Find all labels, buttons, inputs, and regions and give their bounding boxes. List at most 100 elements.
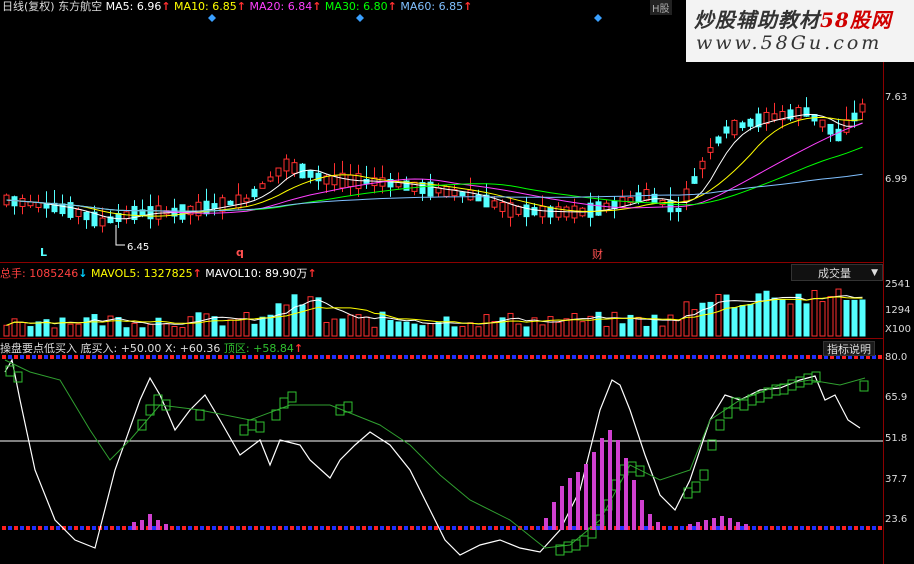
bottom-band-dot bbox=[278, 526, 282, 530]
volume-bar bbox=[195, 312, 202, 337]
volume-bar bbox=[715, 294, 722, 337]
bottom-band-dot bbox=[860, 526, 864, 530]
candle-body bbox=[115, 213, 122, 222]
bottom-band-dot bbox=[866, 526, 870, 530]
histogram-bar bbox=[156, 520, 160, 530]
bottom-band-dot bbox=[110, 526, 114, 530]
up-arrow-icon: ↑ bbox=[463, 0, 473, 13]
candle-body bbox=[723, 126, 730, 134]
histogram-bar bbox=[576, 472, 580, 530]
volume-bar bbox=[51, 327, 58, 337]
top-band-dot bbox=[494, 355, 498, 359]
bottom-band-dot bbox=[452, 526, 456, 530]
ma5-label: MA5: bbox=[105, 0, 134, 13]
volume-bar bbox=[571, 312, 578, 337]
candle-body bbox=[291, 162, 298, 174]
histogram-bar bbox=[608, 430, 612, 530]
ma20-value: 6.84 bbox=[287, 0, 313, 13]
bottom-band-dot bbox=[506, 526, 510, 530]
step-box bbox=[691, 481, 701, 493]
bottom-band-dot bbox=[464, 526, 468, 530]
top-band-dot bbox=[800, 355, 804, 359]
period-label[interactable]: 日线(复权) bbox=[2, 0, 55, 13]
price-header: 日线(复权) 东方航空 MA5: 6.96↑ MA10: 6.85↑ MA20:… bbox=[2, 0, 472, 14]
bottom-band-dot bbox=[854, 526, 858, 530]
bottom-band-dot bbox=[380, 526, 384, 530]
top-band-dot bbox=[446, 355, 450, 359]
top-band-dot bbox=[476, 355, 480, 359]
volume-bar bbox=[91, 314, 98, 337]
up-arrow-icon: ↑ bbox=[387, 0, 397, 13]
top-band-dot bbox=[734, 355, 738, 359]
step-box bbox=[255, 421, 265, 433]
candle-body bbox=[283, 158, 290, 172]
bottom-band-dot bbox=[266, 526, 270, 530]
volume-indicator-select-value: 成交量 bbox=[818, 267, 851, 280]
bottom-band-dot bbox=[254, 526, 258, 530]
top-band-dot bbox=[428, 355, 432, 359]
indicator-tick-23: 23.6 bbox=[885, 514, 908, 525]
volume-bar bbox=[267, 314, 274, 337]
volume-bar bbox=[683, 301, 690, 337]
bottom-band-dot bbox=[776, 526, 780, 530]
bottom-band-dot bbox=[338, 526, 342, 530]
volume-bar bbox=[219, 325, 226, 337]
indicator-help-button[interactable]: 指标说明 bbox=[823, 341, 875, 356]
bottom-band-dot bbox=[224, 526, 228, 530]
bottom-band-dot bbox=[404, 526, 408, 530]
bottom-band-dot bbox=[182, 526, 186, 530]
candle-body bbox=[851, 112, 858, 122]
top-band-dot bbox=[308, 355, 312, 359]
bottom-band-dot bbox=[8, 526, 12, 530]
volume-bar bbox=[187, 316, 194, 337]
volume-bar bbox=[611, 311, 618, 337]
step-box bbox=[563, 541, 573, 553]
volume-bar bbox=[507, 312, 514, 337]
top-band-dot bbox=[752, 355, 756, 359]
bottom-band-dot bbox=[74, 526, 78, 530]
bottom-band-dot bbox=[872, 526, 876, 530]
candle-body bbox=[75, 209, 82, 217]
bottom-band-dot bbox=[458, 526, 462, 530]
volume-bar bbox=[227, 319, 234, 337]
candle-body bbox=[771, 113, 778, 121]
candle-body bbox=[59, 203, 66, 215]
volume-unit: X100 bbox=[885, 324, 911, 335]
volume-bar bbox=[467, 322, 474, 337]
volume-bar bbox=[139, 327, 146, 337]
step-box bbox=[699, 469, 709, 481]
step-box bbox=[579, 535, 589, 547]
volume-bar bbox=[363, 316, 370, 337]
volume-bar bbox=[411, 323, 418, 337]
candle-body bbox=[827, 123, 834, 135]
top-band-dot bbox=[566, 355, 570, 359]
volume-bar bbox=[587, 315, 594, 337]
top-zone-value: +58.84 bbox=[253, 342, 294, 355]
candle-body bbox=[251, 188, 258, 198]
low-price-label: 6.45 bbox=[127, 242, 150, 253]
volume-header: 总手: 1085246↓ MAVOL5: 1327825↑ MAVOL10: 8… bbox=[0, 265, 317, 281]
bottom-band-dot bbox=[326, 526, 330, 530]
h-share-tag[interactable]: H股 bbox=[650, 0, 672, 15]
bottom-band-dot bbox=[674, 526, 678, 530]
bottom-band-dot bbox=[764, 526, 768, 530]
bottom-band-dot bbox=[200, 526, 204, 530]
bottom-band-dot bbox=[800, 526, 804, 530]
top-band-dot bbox=[728, 355, 732, 359]
bottom-band-dot bbox=[824, 526, 828, 530]
volume-bar bbox=[595, 311, 602, 337]
bottom-band-dot bbox=[14, 526, 18, 530]
top-band-dot bbox=[638, 355, 642, 359]
bottom-band-dot bbox=[212, 526, 216, 530]
volume-bar bbox=[123, 327, 130, 337]
bottom-band-dot bbox=[374, 526, 378, 530]
volume-bar bbox=[419, 325, 426, 337]
candle-body bbox=[419, 182, 426, 194]
indicator-name[interactable]: 操盘要点低买入 bbox=[0, 342, 77, 355]
candle-body bbox=[531, 207, 538, 216]
histogram-bar bbox=[688, 524, 692, 530]
volume-bar bbox=[299, 304, 306, 337]
x-value: +60.36 bbox=[179, 342, 221, 355]
volume-indicator-select[interactable]: 成交量 ▼ bbox=[791, 264, 883, 281]
top-band-dot bbox=[650, 355, 654, 359]
